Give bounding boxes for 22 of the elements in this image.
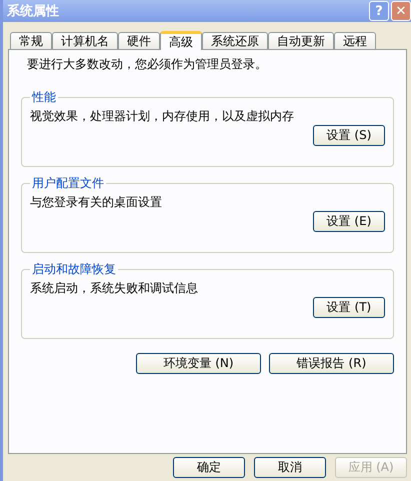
group-description: 视觉效果，处理器计划，内存使用，以及虚拟内存 bbox=[30, 108, 295, 125]
window-title: 系统属性 bbox=[7, 2, 59, 20]
group-description: 与您登录有关的桌面设置 bbox=[30, 194, 163, 211]
dialog-button[interactable]: 环境变量 (N) bbox=[136, 353, 261, 374]
tab[interactable]: 常规 bbox=[10, 32, 52, 49]
tab[interactable]: 计算机名 bbox=[52, 32, 118, 49]
settings-button[interactable]: 设置 (T) bbox=[313, 297, 385, 318]
group-description: 系统启动，系统失败和调试信息 bbox=[30, 280, 199, 297]
notice-text: 要进行大多数改动，您必须作为管理员登录。 bbox=[26, 56, 268, 73]
tab[interactable]: 自动更新 bbox=[268, 32, 334, 49]
settings-button[interactable]: 设置 (E) bbox=[313, 211, 385, 232]
dialog-button[interactable]: 错误报告 (R) bbox=[269, 353, 394, 374]
group-title: 性能 bbox=[30, 89, 57, 106]
dialog-button[interactable]: 取消 bbox=[254, 457, 326, 478]
tab[interactable]: 高级 bbox=[160, 31, 202, 50]
group-title: 用户配置文件 bbox=[31, 175, 105, 192]
dialog-button[interactable]: 确定 bbox=[173, 457, 245, 478]
settings-button[interactable]: 设置 (S) bbox=[313, 125, 385, 146]
tab[interactable]: 系统还原 bbox=[202, 32, 268, 49]
tab[interactable]: 硬件 bbox=[118, 32, 160, 49]
group-title: 启动和故障恢复 bbox=[31, 261, 117, 278]
tab[interactable]: 远程 bbox=[334, 32, 376, 49]
